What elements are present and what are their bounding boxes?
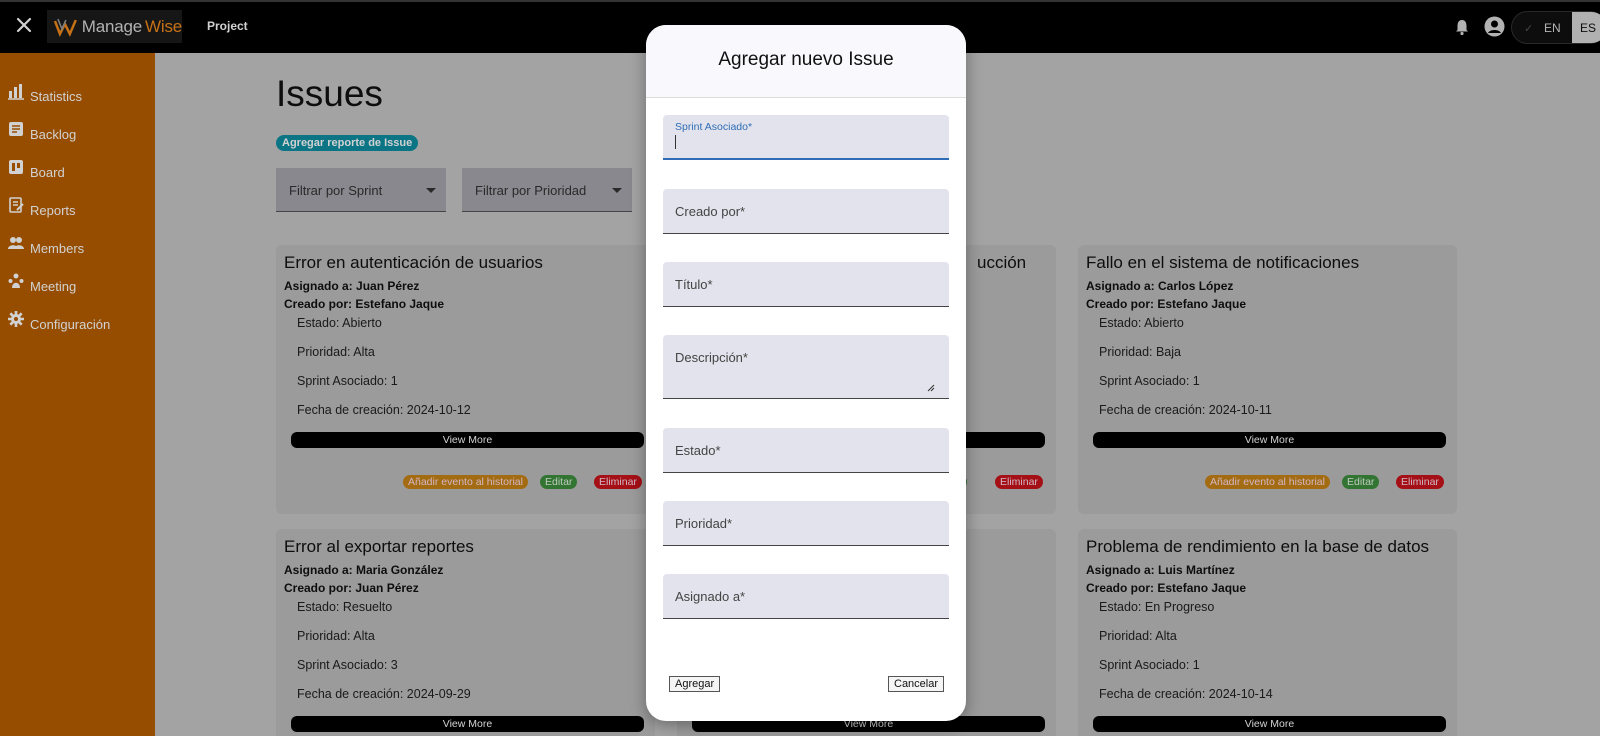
cancelar-button[interactable]: Cancelar (888, 676, 945, 692)
descripcion-field[interactable]: Descripción* (663, 335, 949, 399)
add-issue-dialog: Agregar nuevo Issue Sprint Asociado* Cre… (646, 25, 966, 721)
prioridad-label: Prioridad* (675, 516, 733, 531)
titulo-label: Título* (675, 277, 713, 292)
estado-field[interactable]: Estado* (663, 428, 949, 473)
sprint-asociado-label: Sprint Asociado* (675, 121, 753, 133)
sprint-asociado-field[interactable]: Sprint Asociado* (663, 115, 949, 160)
text-cursor (675, 135, 676, 149)
prioridad-field[interactable]: Prioridad* (663, 501, 949, 546)
asignado-field[interactable]: Asignado a* (663, 574, 949, 619)
titulo-field[interactable]: Título* (663, 262, 949, 307)
descripcion-label: Descripción* (675, 350, 748, 365)
agregar-button[interactable]: Agregar (669, 676, 721, 692)
estado-label: Estado* (675, 443, 721, 458)
dialog-title: Agregar nuevo Issue (646, 25, 966, 98)
top-border (0, 0, 1600, 2)
creado-por-label: Creado por* (675, 204, 746, 219)
creado-por-field[interactable]: Creado por* (663, 189, 949, 234)
resize-handle-icon[interactable] (927, 384, 935, 392)
asignado-label: Asignado a* (675, 589, 746, 604)
